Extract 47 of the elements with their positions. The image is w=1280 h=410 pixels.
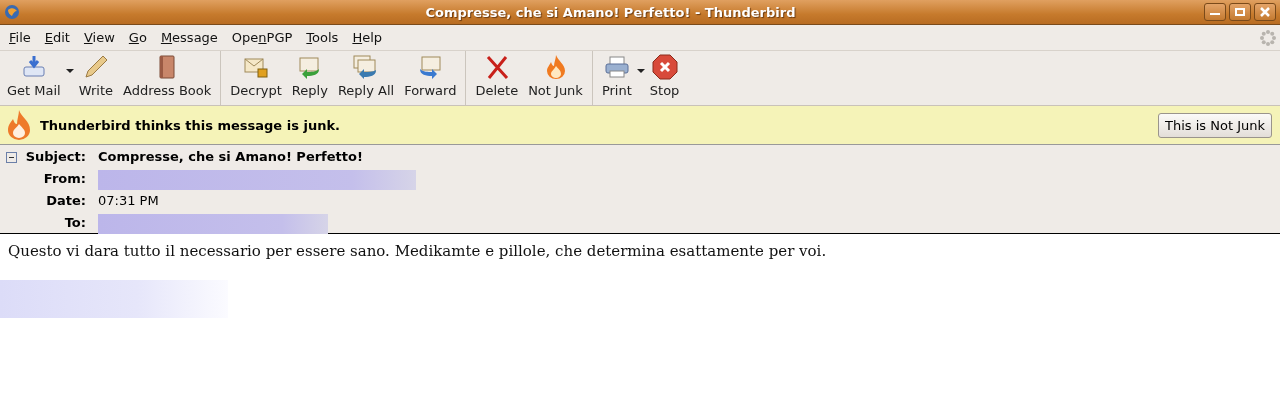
menu-item[interactable]: File: [2, 30, 38, 45]
window-title: Compresse, che si Amano! Perfetto! - Thunderbird: [424, 4, 797, 20]
menu-item[interactable]: Message: [153, 30, 225, 45]
envelopes-arrow-icon: [353, 54, 379, 80]
message-body-text: Questo vi dara tutto il necessario per essere sano. Medikamte e pillole, che determina esattamente per voi.: [8, 242, 828, 260]
toolbar-button[interactable]: Forward: [399, 54, 462, 102]
menu-item[interactable]: Help: [345, 30, 390, 45]
collapse-toggle[interactable]: [6, 152, 17, 163]
envelope-arrow-icon: [417, 54, 444, 80]
minimize-button[interactable]: [1204, 3, 1226, 21]
menu-item[interactable]: Go: [121, 30, 154, 45]
dropdown-caret-icon[interactable]: [65, 68, 74, 74]
toolbar-button[interactable]: Reply All: [332, 54, 400, 102]
close-icon: [1260, 7, 1270, 17]
header-value: Compresse, che si Amano! Perfetto!: [98, 148, 364, 166]
printer-icon: [603, 54, 630, 80]
app-icon: [4, 4, 20, 20]
inbox-tray-icon: [20, 54, 47, 80]
header-label: Date:: [45, 192, 87, 210]
toolbar-button[interactable]: Write: [73, 54, 119, 102]
toolbar-button[interactable]: Decrypt: [225, 54, 287, 102]
toolbar-button[interactable]: Delete: [470, 54, 524, 102]
pencil-icon: [82, 54, 109, 80]
header-label: To:: [63, 214, 87, 232]
maximize-button[interactable]: [1229, 3, 1251, 21]
not-junk-button[interactable]: This is Not Junk: [1158, 112, 1272, 138]
flame-icon: [6, 109, 32, 141]
dropdown-caret-icon[interactable]: [636, 68, 645, 74]
junk-warning-text: Thunderbird thinks this message is junk.: [40, 117, 341, 133]
header-label: Subject:: [24, 148, 87, 166]
minus-icon: [9, 157, 14, 158]
menu-item[interactable]: OpenPGP: [224, 30, 300, 45]
menu-item[interactable]: View: [76, 30, 122, 45]
menu-item[interactable]: Edit: [37, 30, 77, 45]
toolbar-button[interactable]: Address Book: [118, 54, 217, 102]
stop-icon: [651, 54, 678, 80]
toolbar-button[interactable]: Get Mail: [2, 54, 66, 102]
close-button[interactable]: [1254, 3, 1276, 21]
header-value: 07:31 PM: [98, 192, 160, 210]
throbber-icon: [1259, 28, 1277, 47]
maximize-icon: [1235, 8, 1245, 16]
toolbar-button[interactable]: Reply: [286, 54, 333, 102]
toolbar-button[interactable]: Stop: [644, 54, 685, 102]
header-label: From:: [42, 170, 87, 188]
menu-item[interactable]: Tools: [299, 30, 346, 45]
toolbar-button[interactable]: Print: [596, 54, 637, 102]
toolbar-button[interactable]: Not Junk: [523, 54, 588, 102]
